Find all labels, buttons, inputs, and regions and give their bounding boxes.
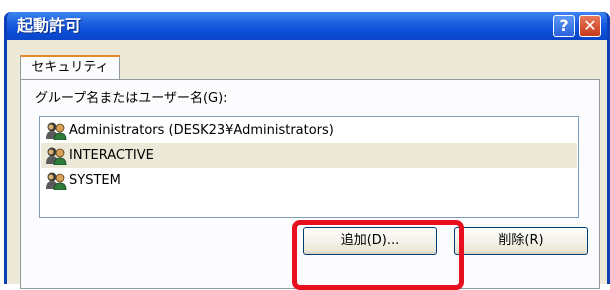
list-item-label: SYSTEM <box>69 173 121 188</box>
user-group-icon <box>46 172 67 190</box>
user-group-icon <box>46 147 67 165</box>
list-item-label: Administrators (DESK23¥Administrators) <box>69 123 334 138</box>
group-user-listbox[interactable]: Administrators (DESK23¥Administrators) I… <box>39 116 579 218</box>
list-item-system[interactable]: SYSTEM <box>41 168 577 193</box>
help-button[interactable]: ? <box>553 15 575 37</box>
list-item-administrators[interactable]: Administrators (DESK23¥Administrators) <box>41 118 577 143</box>
window-title: 起動許可 <box>17 16 82 35</box>
security-panel: グループ名またはユーザー名(G): Administrators (DESK23… <box>20 79 600 289</box>
group-user-list-label: グループ名またはユーザー名(G): <box>35 91 228 106</box>
user-group-icon <box>46 122 67 140</box>
dialog-window: 起動許可 ? ✕ セキュリティ グループ名またはユーザー名(G): Admini… <box>4 12 610 289</box>
title-bar[interactable]: 起動許可 ? ✕ <box>7 12 607 40</box>
remove-button[interactable]: 削除(R) <box>454 227 588 255</box>
list-item-interactive[interactable]: INTERACTIVE <box>41 143 577 168</box>
tab-security[interactable]: セキュリティ <box>20 55 120 79</box>
add-button[interactable]: 追加(D)... <box>303 227 437 255</box>
dialog-body: セキュリティ グループ名またはユーザー名(G): Administrators … <box>7 40 607 289</box>
close-icon: ✕ <box>583 16 597 35</box>
help-icon: ? <box>559 16 569 35</box>
list-item-label: INTERACTIVE <box>69 148 154 163</box>
close-button[interactable]: ✕ <box>579 15 601 37</box>
